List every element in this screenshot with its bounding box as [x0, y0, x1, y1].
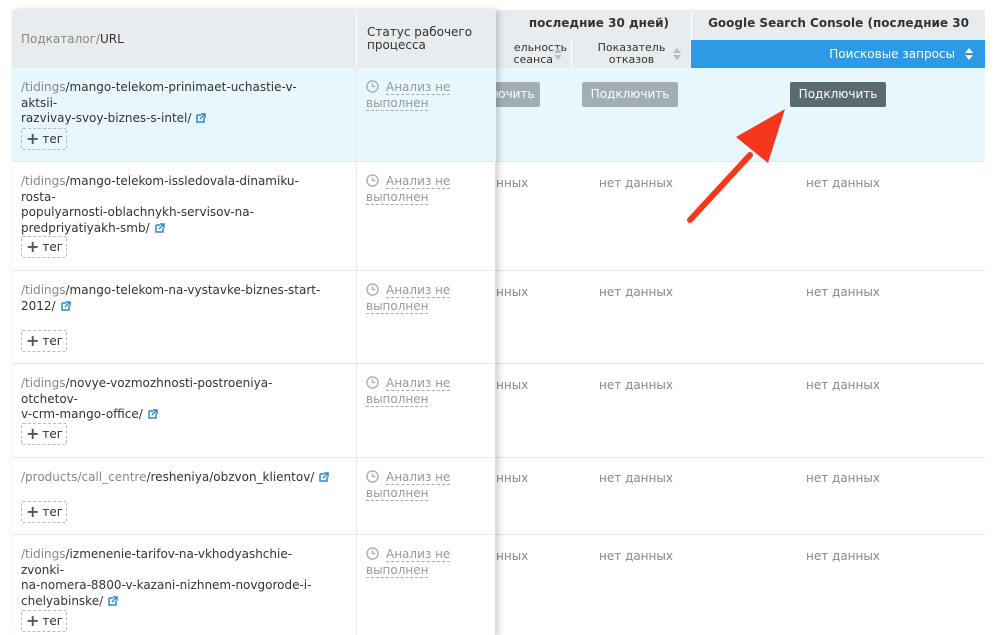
table-row: /tidings/izmenenie-tarifov-na-vkhodyashc… [12, 535, 496, 635]
clock-icon [366, 470, 379, 483]
external-link-icon[interactable] [196, 113, 207, 123]
duration-cell: нных [496, 378, 529, 392]
row-divider [495, 457, 985, 458]
url-link[interactable]: /products/call_centre/resheniya/obzvon_k… [21, 470, 341, 486]
external-link-icon[interactable] [60, 300, 71, 311]
workflow-status[interactable]: Анализ не выполнен [366, 470, 476, 501]
metrics-group-header: последние 30 дней) Google Search Console… [495, 10, 985, 56]
bounce-cell: нет данных [599, 471, 673, 485]
external-link-icon[interactable] [148, 409, 158, 419]
ga-group-title: последние 30 дней) [528, 16, 669, 30]
table-row: /products/call_centre/resheniya/obzvon_k… [12, 458, 496, 535]
duration-cell: нных [496, 176, 529, 190]
external-link-icon[interactable] [319, 472, 330, 482]
url-link[interactable]: /tidings/novye-vozmozhnosti-postroeniya-… [21, 376, 321, 423]
queries-cell: нет данных [806, 285, 880, 299]
queries-cell: нет данных [806, 471, 880, 485]
gsc-group-title: Google Search Console (последние 30 дней… [691, 10, 985, 56]
workflow-status[interactable]: Анализ не выполнен [366, 283, 476, 314]
bounce-cell: нет данных [599, 285, 673, 299]
column-bounce-rate[interactable]: Показатель отказов [571, 40, 691, 68]
annotation-arrow-icon [687, 109, 785, 223]
clock-icon [366, 80, 379, 93]
connect-ga-bounce-button[interactable]: Подключить [582, 82, 678, 107]
add-tag-button[interactable]: + тег [21, 236, 67, 258]
add-tag-button[interactable]: + тег [21, 501, 67, 523]
fixed-columns-panel: Подкаталог/URL Статус рабочего процесса … [12, 10, 496, 635]
sort-icon[interactable] [965, 48, 973, 60]
connect-gsc-button[interactable]: Подключить [790, 82, 886, 107]
table-row: /tidings/novye-vozmozhnosti-postroeniya-… [12, 364, 496, 458]
column-search-queries[interactable]: Поисковые запросы [691, 40, 985, 68]
clock-icon [366, 174, 379, 187]
external-link-icon[interactable] [108, 595, 118, 606]
clock-icon [366, 376, 379, 389]
table-header: Подкаталог/URL Статус рабочего процесса [12, 10, 496, 68]
queries-cell: нет данных [806, 549, 880, 563]
sort-icon[interactable] [673, 48, 681, 60]
plus-icon: + [26, 129, 40, 148]
clock-icon [366, 547, 379, 560]
table-row: /tidings/mango-telekom-issledovala-dinam… [12, 162, 496, 271]
external-link-icon[interactable] [154, 222, 165, 233]
plus-icon: + [26, 611, 40, 630]
column-workflow-status[interactable]: Статус рабочего процесса [356, 10, 496, 68]
clock-icon [366, 283, 379, 296]
bounce-cell: нет данных [599, 549, 673, 563]
row-divider [495, 270, 985, 271]
bounce-cell: нет данных [599, 176, 673, 190]
workflow-status[interactable]: Анализ не выполнен [366, 174, 476, 205]
connect-ga-button[interactable]: ючить [490, 82, 540, 107]
duration-cell: нных [496, 285, 529, 299]
table-row: /tidings/mango-telekom-na-vystavke-bizne… [12, 271, 496, 364]
workflow-status[interactable]: Анализ не выполнен [366, 376, 476, 407]
add-tag-button[interactable]: + тег [21, 423, 67, 445]
sort-icon[interactable] [554, 48, 562, 60]
column-subfolder-url[interactable]: Подкаталог/URL [21, 32, 124, 46]
queries-cell: нет данных [806, 378, 880, 392]
add-tag-button[interactable]: + тег [21, 128, 67, 150]
column-session-duration[interactable]: ельность сеанса [495, 40, 570, 68]
row-divider [495, 363, 985, 364]
table-row: /tidings/mango-telekom-prinimaet-uchasti… [12, 68, 496, 162]
plus-icon: + [26, 502, 40, 521]
metrics-column-header: ельность сеанса Показатель отказов Поиск… [495, 40, 985, 68]
queries-cell: нет данных [806, 176, 880, 190]
url-link[interactable]: /tidings/izmenenie-tarifov-na-vkhodyashc… [21, 547, 321, 609]
add-tag-button[interactable]: + тег [21, 330, 67, 352]
plus-icon: + [26, 424, 40, 443]
duration-cell: нных [496, 471, 529, 485]
bounce-cell: нет данных [599, 378, 673, 392]
workflow-status[interactable]: Анализ не выполнен [366, 80, 476, 111]
duration-cell: нных [496, 549, 529, 563]
url-link[interactable]: /tidings/mango-telekom-na-vystavke-bizne… [21, 283, 321, 314]
url-link[interactable]: /tidings/mango-telekom-prinimaet-uchasti… [21, 80, 321, 127]
row-divider [495, 534, 985, 535]
add-tag-button[interactable]: + тег [21, 610, 67, 632]
workflow-status[interactable]: Анализ не выполнен [366, 547, 476, 578]
plus-icon: + [26, 331, 40, 350]
url-link[interactable]: /tidings/mango-telekom-issledovala-dinam… [21, 174, 321, 236]
plus-icon: + [26, 237, 40, 256]
